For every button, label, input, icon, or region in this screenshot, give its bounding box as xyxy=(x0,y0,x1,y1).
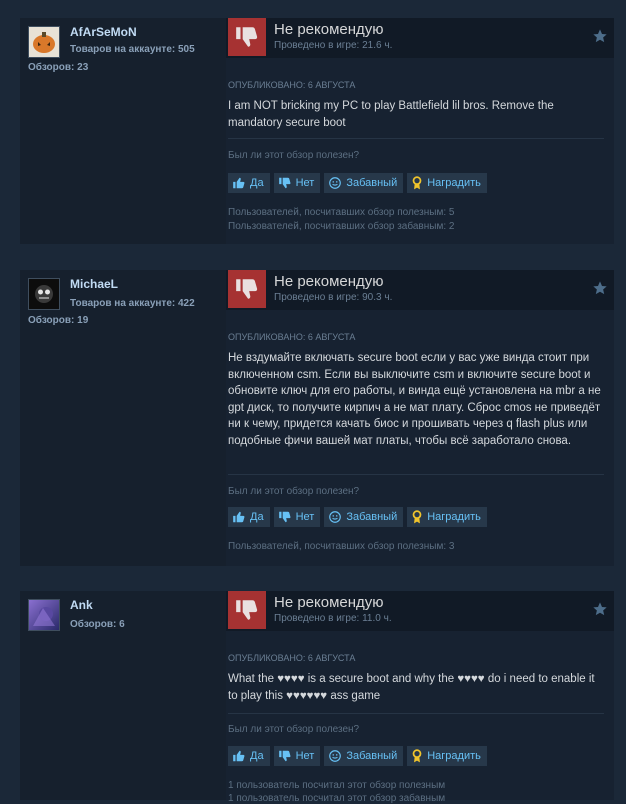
review-text: I am NOT bricking my PC to play Battlefi… xyxy=(228,100,554,129)
review-hours: Проведено в игре: 21.6 ч. xyxy=(274,40,393,51)
vote-no-label: Нет xyxy=(295,511,315,523)
thumbs-down-icon xyxy=(278,177,291,189)
vote-header[interactable]: Не рекомендую Проведено в игре: 90.3 ч. xyxy=(226,270,614,310)
author-reviews-count[interactable]: Обзоров: 23 xyxy=(28,62,88,73)
review-card: AfArSeMoN Товаров на аккаунте: 505 Обзор… xyxy=(20,18,614,244)
vote-header[interactable]: Не рекомендую Проведено в игре: 11.0 ч. xyxy=(226,591,614,631)
thumbs-down-icon xyxy=(278,750,291,762)
review-verdict: Не рекомендую xyxy=(274,21,384,38)
author-name[interactable]: MichaeL xyxy=(70,277,118,291)
vote-no-button[interactable]: Нет xyxy=(273,746,321,766)
review-hours: Проведено в игре: 11.0 ч. xyxy=(274,613,392,624)
review-body: Не рекомендую Проведено в игре: 11.0 ч. … xyxy=(226,591,614,804)
award-icon xyxy=(412,749,422,763)
divider xyxy=(228,713,604,714)
avatar[interactable] xyxy=(28,278,60,310)
vote-yes-label: Да xyxy=(250,750,264,762)
award-label: Наградить xyxy=(427,177,481,189)
thumbs-down-icon xyxy=(228,270,266,308)
smiley-icon xyxy=(329,511,342,523)
award-button[interactable]: Наградить xyxy=(407,507,487,527)
avatar[interactable] xyxy=(28,26,60,58)
award-icon xyxy=(412,176,422,190)
author-reviews-count[interactable]: Обзоров: 6 xyxy=(70,619,125,630)
vote-no-button[interactable]: Нет xyxy=(273,507,321,527)
review-posted-date: ОПУБЛИКОВАНО: 6 АВГУСТА xyxy=(228,80,356,90)
vote-header[interactable]: Не рекомендую Проведено в игре: 21.6 ч. xyxy=(226,18,614,58)
divider xyxy=(228,138,604,139)
star-icon[interactable] xyxy=(592,28,608,49)
helpful-question: Был ли этот обзор полезен? xyxy=(228,150,360,161)
author-products-count[interactable]: Товаров на аккаунте: 422 xyxy=(70,298,195,309)
vote-no-label: Нет xyxy=(295,177,315,189)
vote-yes-button[interactable]: Да xyxy=(228,746,270,766)
vote-no-label: Нет xyxy=(295,750,315,762)
review-card: Ank Обзоров: 6 Не рекомендую Проведено в… xyxy=(20,591,614,804)
thumbs-down-icon xyxy=(278,511,291,523)
vote-funny-button[interactable]: Забавный xyxy=(324,507,404,527)
smiley-icon xyxy=(329,177,342,189)
award-button[interactable]: Наградить xyxy=(407,173,487,193)
vote-yes-button[interactable]: Да xyxy=(228,173,270,193)
award-label: Наградить xyxy=(427,750,481,762)
helpful-count: Пользователей, посчитавших обзор полезны… xyxy=(228,207,455,218)
rating-buttons: Да Нет Забавный Наградить xyxy=(228,746,487,766)
helpful-count: Пользователей, посчитавших обзор полезны… xyxy=(228,541,455,552)
review-posted-date: ОПУБЛИКОВАНО: 6 АВГУСТА xyxy=(228,653,356,663)
author-name[interactable]: AfArSeMoN xyxy=(70,25,137,39)
vote-funny-label: Забавный xyxy=(346,177,398,189)
author-reviews-count[interactable]: Обзоров: 19 xyxy=(28,315,88,326)
thumbs-up-icon xyxy=(233,511,245,523)
review-hours: Проведено в игре: 90.3 ч. xyxy=(274,292,393,303)
rating-buttons: Да Нет Забавный Наградить xyxy=(228,173,487,193)
review-verdict: Не рекомендую xyxy=(274,594,384,611)
vote-funny-button[interactable]: Забавный xyxy=(324,173,404,193)
divider xyxy=(228,474,604,475)
thumbs-up-icon xyxy=(233,750,245,762)
author-name[interactable]: Ank xyxy=(70,598,93,612)
vote-no-button[interactable]: Нет xyxy=(273,173,321,193)
review-verdict: Не рекомендую xyxy=(274,273,384,290)
star-icon[interactable] xyxy=(592,601,608,622)
funny-count: 1 пользователь посчитал этот обзор забав… xyxy=(228,793,446,804)
review-text: Не вздумайте включать secure boot если у… xyxy=(228,352,601,447)
award-button[interactable]: Наградить xyxy=(407,746,487,766)
funny-count: Пользователей, посчитавших обзор забавны… xyxy=(228,221,455,232)
review-body: Не рекомендую Проведено в игре: 90.3 ч. … xyxy=(226,270,614,566)
star-icon[interactable] xyxy=(592,280,608,301)
award-icon xyxy=(412,510,422,524)
thumbs-up-icon xyxy=(233,177,245,189)
review-card: MichaeL Товаров на аккаунте: 422 Обзоров… xyxy=(20,270,614,566)
vote-yes-label: Да xyxy=(250,511,264,523)
smiley-icon xyxy=(329,750,342,762)
thumbs-down-icon xyxy=(228,591,266,629)
review-posted-date: ОПУБЛИКОВАНО: 6 АВГУСТА xyxy=(228,332,356,342)
thumbs-down-icon xyxy=(228,18,266,56)
vote-funny-label: Забавный xyxy=(346,511,398,523)
rating-buttons: Да Нет Забавный Наградить xyxy=(228,507,487,527)
avatar[interactable] xyxy=(28,599,60,631)
helpful-count: 1 пользователь посчитал этот обзор полез… xyxy=(228,780,446,791)
vote-yes-label: Да xyxy=(250,177,264,189)
author-products-count[interactable]: Товаров на аккаунте: 505 xyxy=(70,44,195,55)
vote-yes-button[interactable]: Да xyxy=(228,507,270,527)
review-text: What the ♥♥♥♥ is a secure boot and why t… xyxy=(228,673,595,702)
vote-funny-label: Забавный xyxy=(346,750,398,762)
helpful-question: Был ли этот обзор полезен? xyxy=(228,724,360,735)
review-body: Не рекомендую Проведено в игре: 21.6 ч. … xyxy=(226,18,614,244)
helpful-question: Был ли этот обзор полезен? xyxy=(228,486,360,497)
vote-funny-button[interactable]: Забавный xyxy=(324,746,404,766)
award-label: Наградить xyxy=(427,511,481,523)
